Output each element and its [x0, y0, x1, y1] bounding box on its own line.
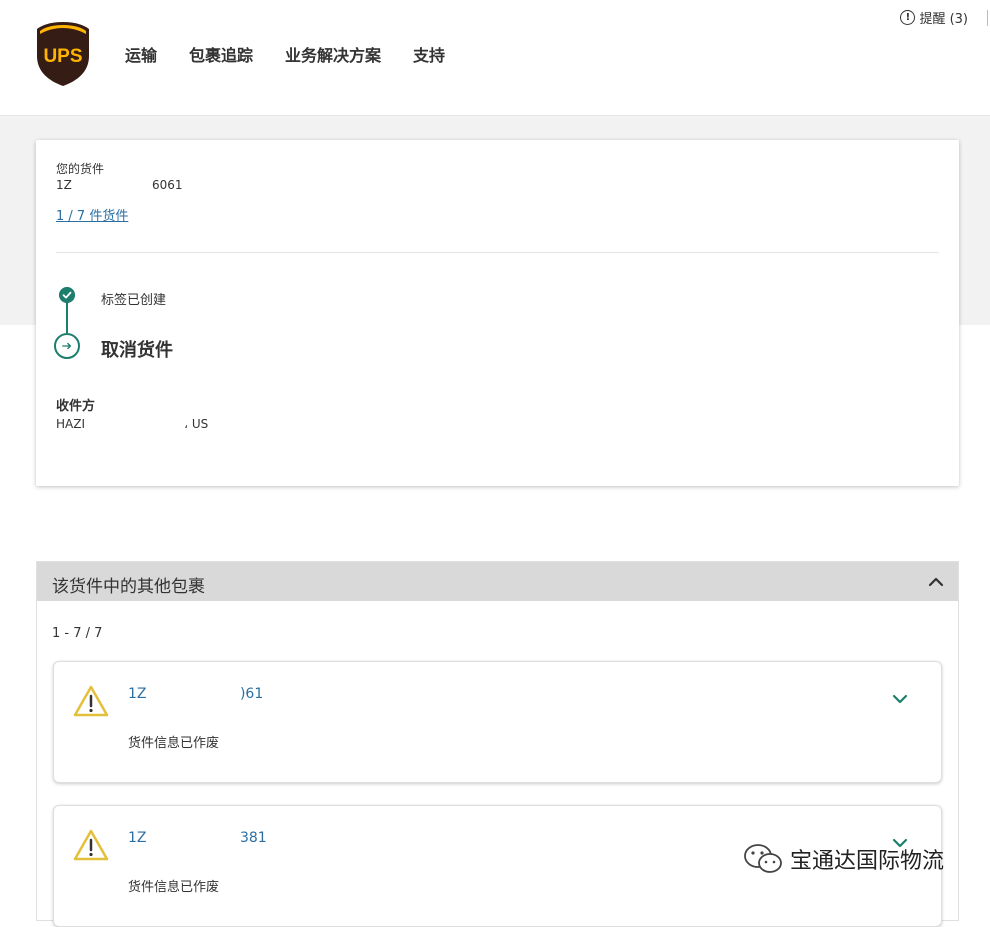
arrow-circle-icon: [54, 333, 80, 359]
header-separator: [987, 10, 988, 26]
card-divider: [56, 252, 939, 253]
main-nav: 运输 包裹追踪 业务解决方案 支持: [125, 42, 445, 66]
shipment-count-link[interactable]: 1 / 7 件货件: [56, 205, 128, 224]
package-status: 货件信息已作废: [128, 736, 220, 751]
ups-logo[interactable]: UPS: [35, 20, 91, 88]
recipient-value: HAZI ، US: [56, 417, 209, 431]
wechat-icon: [744, 844, 782, 873]
watermark-text: 宝通达国际物流: [790, 849, 945, 874]
package-item: 1Z )61 货件信息已作废: [53, 661, 942, 783]
package-tracking-number[interactable]: 1Z 381: [128, 830, 267, 846]
alerts-button[interactable]: ! 提醒 (3): [900, 8, 968, 27]
alerts-label: 提醒 (3): [919, 12, 968, 27]
step-label-cancelled: 取消货件: [101, 340, 173, 361]
watermark: 宝通达国际物流: [742, 842, 944, 876]
shipment-card: 您的货件 1Z 6061 1 / 7 件货件 标签已创建 取消货件 收件方 HA…: [36, 140, 959, 486]
warning-icon: [73, 829, 109, 861]
other-packages-title: 该货件中的其他包裹: [52, 577, 205, 597]
shipment-label: 您的货件: [56, 162, 105, 176]
packages-count: 1 - 7 / 7: [52, 626, 103, 641]
progress-line: [66, 303, 68, 333]
nav-shipping[interactable]: 运输: [125, 42, 157, 66]
svg-text:UPS: UPS: [43, 46, 82, 67]
nav-business-solutions[interactable]: 业务解决方案: [285, 42, 381, 66]
recipient-label: 收件方: [56, 399, 96, 414]
package-tracking-number[interactable]: 1Z )61: [128, 686, 263, 702]
chevron-down-icon[interactable]: [891, 692, 909, 706]
site-header: UPS 运输 包裹追踪 业务解决方案 支持 ! 提醒 (3): [0, 0, 990, 116]
step-label-created: 标签已创建: [101, 293, 167, 308]
tracking-number: 1Z 6061: [56, 178, 183, 192]
nav-tracking[interactable]: 包裹追踪: [189, 42, 253, 66]
check-circle-icon: [59, 287, 75, 303]
warning-icon: [73, 685, 109, 717]
nav-support[interactable]: 支持: [413, 42, 445, 66]
chevron-up-icon[interactable]: [928, 574, 944, 590]
alert-circle-icon: !: [900, 10, 916, 25]
package-status: 货件信息已作废: [128, 880, 220, 895]
other-packages-header[interactable]: 该货件中的其他包裹: [37, 562, 958, 601]
